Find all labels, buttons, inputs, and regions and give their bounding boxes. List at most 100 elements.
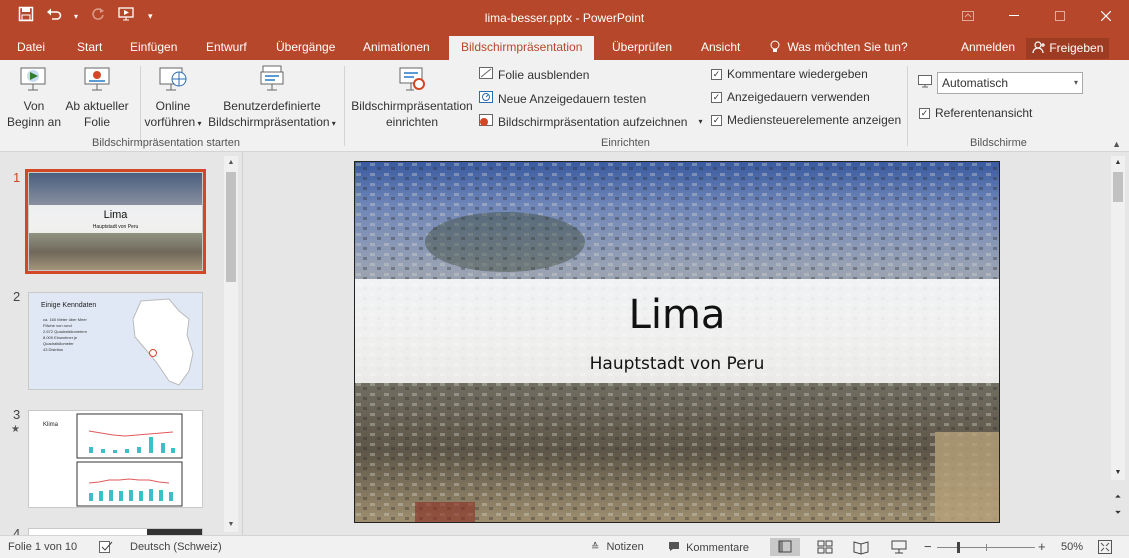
animation-star-icon: ★ [11, 424, 20, 435]
slide-number: 1 [13, 170, 21, 185]
zoom-slider-thumb[interactable] [957, 542, 960, 553]
collapse-ribbon-icon[interactable]: ▲ [1112, 139, 1121, 149]
tab-transitions[interactable]: Übergänge [276, 36, 335, 60]
ribbon-separator [907, 66, 908, 146]
scroll-down-icon[interactable]: ▼ [224, 518, 238, 532]
monitor-icon [918, 74, 932, 91]
previous-slide-icon[interactable]: ⏶ [1111, 490, 1125, 504]
group-label-start: Bildschirmpräsentation starten [92, 137, 240, 149]
hide-slide-button[interactable]: Folie ausblenden [479, 67, 589, 83]
next-slide-icon[interactable]: ⏷ [1111, 506, 1125, 520]
slide-scrollbar[interactable]: ▲ ▼ ⏶ ⏷ [1111, 156, 1125, 532]
reading-view-icon [853, 541, 869, 555]
group-label-monitors: Bildschirme [970, 137, 1027, 149]
setup-slideshow-icon [397, 64, 427, 94]
from-beginning-button[interactable]: Von Beginn an [6, 64, 62, 130]
tab-slide-show[interactable]: Bildschirmpräsentation [449, 36, 595, 60]
normal-view-icon [778, 540, 792, 553]
slide-canvas[interactable]: Lima Hauptstadt von Peru [354, 161, 1000, 523]
slide-title[interactable]: Lima [355, 292, 999, 338]
checkbox-checked-icon: ✓ [711, 91, 722, 103]
language-indicator[interactable]: Deutsch (Schweiz) [130, 541, 222, 553]
tab-file[interactable]: Datei [17, 36, 45, 60]
normal-view-button[interactable] [770, 538, 800, 556]
comment-icon [668, 542, 680, 554]
ribbon: Von Beginn an Ab aktueller Folie Online … [0, 60, 1129, 152]
scroll-down-icon[interactable]: ▼ [1111, 466, 1125, 480]
ribbon-tabs: Datei Start Einfügen Entwurf Übergänge A… [0, 36, 1129, 60]
scroll-thumb[interactable] [226, 172, 236, 282]
workspace: 1 Lima Hauptstadt von Peru 2 Einige Kenn… [0, 152, 1129, 548]
minimize-icon[interactable] [991, 0, 1037, 32]
slide-sorter-view-button[interactable] [810, 538, 840, 556]
slideshow-from-start-icon [19, 64, 49, 94]
spelling-check-icon[interactable] [99, 541, 113, 556]
group-label-setup: Einrichten [601, 137, 650, 149]
zoom-slider-center-mark [986, 544, 987, 551]
checkbox-checked-icon: ✓ [711, 68, 722, 80]
add-person-icon [1032, 41, 1049, 55]
notes-button[interactable]: ≙ Notizen [591, 541, 644, 553]
status-bar: Folie 1 von 10 Deutsch (Schweiz) ≙ Notiz… [0, 535, 1129, 558]
checkbox-checked-icon: ✓ [919, 107, 930, 119]
stopwatch-icon [479, 90, 493, 107]
slide-subtitle[interactable]: Hauptstadt von Peru [355, 354, 999, 374]
presenter-view-checkbox[interactable]: ✓ Referentenansicht [919, 106, 1032, 120]
slideshow-view-icon [891, 540, 907, 554]
maximize-icon[interactable] [1037, 0, 1083, 32]
tab-home[interactable]: Start [77, 36, 102, 60]
scroll-up-icon[interactable]: ▲ [224, 156, 238, 170]
present-online-button[interactable]: Online vorführen ▾ [140, 64, 206, 132]
tell-me-box[interactable]: Was möchten Sie tun? [770, 36, 908, 60]
rehearse-timings-button[interactable]: Neue Anzeigedauern testen [479, 90, 646, 107]
zoom-level[interactable]: 50% [1061, 541, 1083, 553]
set-up-slide-show-button[interactable]: Bildschirmpräsentation einrichten [348, 64, 476, 130]
tab-insert[interactable]: Einfügen [130, 36, 177, 60]
slide-thumbnail-2[interactable]: Einige Kenndaten ca. 160 Meter über Meer… [28, 292, 203, 390]
play-narrations-checkbox[interactable]: ✓ Kommentare wiedergeben [711, 67, 868, 81]
present-online-icon [158, 64, 188, 94]
city-aerial-photo-thumb [29, 173, 202, 270]
share-button[interactable]: Freigeben [1026, 38, 1110, 59]
custom-slide-show-button[interactable]: Benutzerdefinierte Bildschirmpräsentatio… [206, 64, 338, 132]
tab-review[interactable]: Überprüfen [612, 36, 672, 60]
close-icon[interactable] [1083, 0, 1129, 32]
slide-thumbnail-1[interactable]: Lima Hauptstadt von Peru [25, 169, 206, 274]
record-slide-show-button[interactable]: Bildschirmpräsentation aufzeichnen ▾ [479, 113, 702, 130]
show-media-controls-checkbox[interactable]: ✓ Mediensteuerelemente anzeigen [711, 113, 901, 127]
slide-thumbnail-3[interactable]: Klima [28, 410, 203, 508]
slide-number: 2 [13, 289, 21, 304]
peru-map-thumb [132, 298, 194, 386]
slide-counter: Folie 1 von 10 [8, 541, 78, 553]
slide-sorter-icon [817, 540, 833, 554]
notes-icon: ≙ [591, 542, 600, 553]
scroll-up-icon[interactable]: ▲ [1111, 156, 1125, 170]
hide-slide-icon [479, 67, 493, 83]
zoom-in-icon[interactable]: + [1038, 539, 1046, 554]
title-bar: ▾ ▾ lima-besser.pptx - PowerPoint [0, 0, 1129, 36]
comments-button[interactable]: Kommentare [668, 541, 749, 554]
reading-view-button[interactable] [846, 538, 876, 556]
monitor-select[interactable]: Automatisch ▾ [937, 72, 1083, 94]
zoom-out-icon[interactable]: − [924, 539, 932, 554]
slideshow-view-button[interactable] [884, 538, 914, 556]
fit-to-window-icon[interactable] [1098, 540, 1112, 557]
use-timings-checkbox[interactable]: ✓ Anzeigedauern verwenden [711, 90, 870, 104]
record-icon [479, 113, 493, 130]
scroll-track[interactable] [1111, 170, 1125, 466]
thumb-title: Lima [103, 209, 128, 221]
tell-me-text: Was möchten Sie tun? [787, 40, 908, 54]
lightbulb-icon [770, 40, 783, 54]
tab-animations[interactable]: Animationen [363, 36, 430, 60]
from-current-slide-button[interactable]: Ab aktueller Folie [62, 64, 132, 130]
scroll-thumb[interactable] [1113, 172, 1123, 202]
zoom-slider[interactable] [937, 542, 1035, 553]
tab-design[interactable]: Entwurf [206, 36, 247, 60]
tab-view[interactable]: Ansicht [701, 36, 740, 60]
slideshow-from-current-icon [82, 64, 112, 94]
thumbnail-scrollbar[interactable]: ▲ ▼ [224, 156, 238, 532]
ribbon-display-options-icon[interactable] [945, 0, 991, 32]
thumb-subtitle: Hauptstadt von Peru [92, 224, 139, 230]
record-dropdown-icon[interactable]: ▾ [698, 117, 702, 126]
sign-in-link[interactable]: Anmelden [961, 36, 1015, 59]
